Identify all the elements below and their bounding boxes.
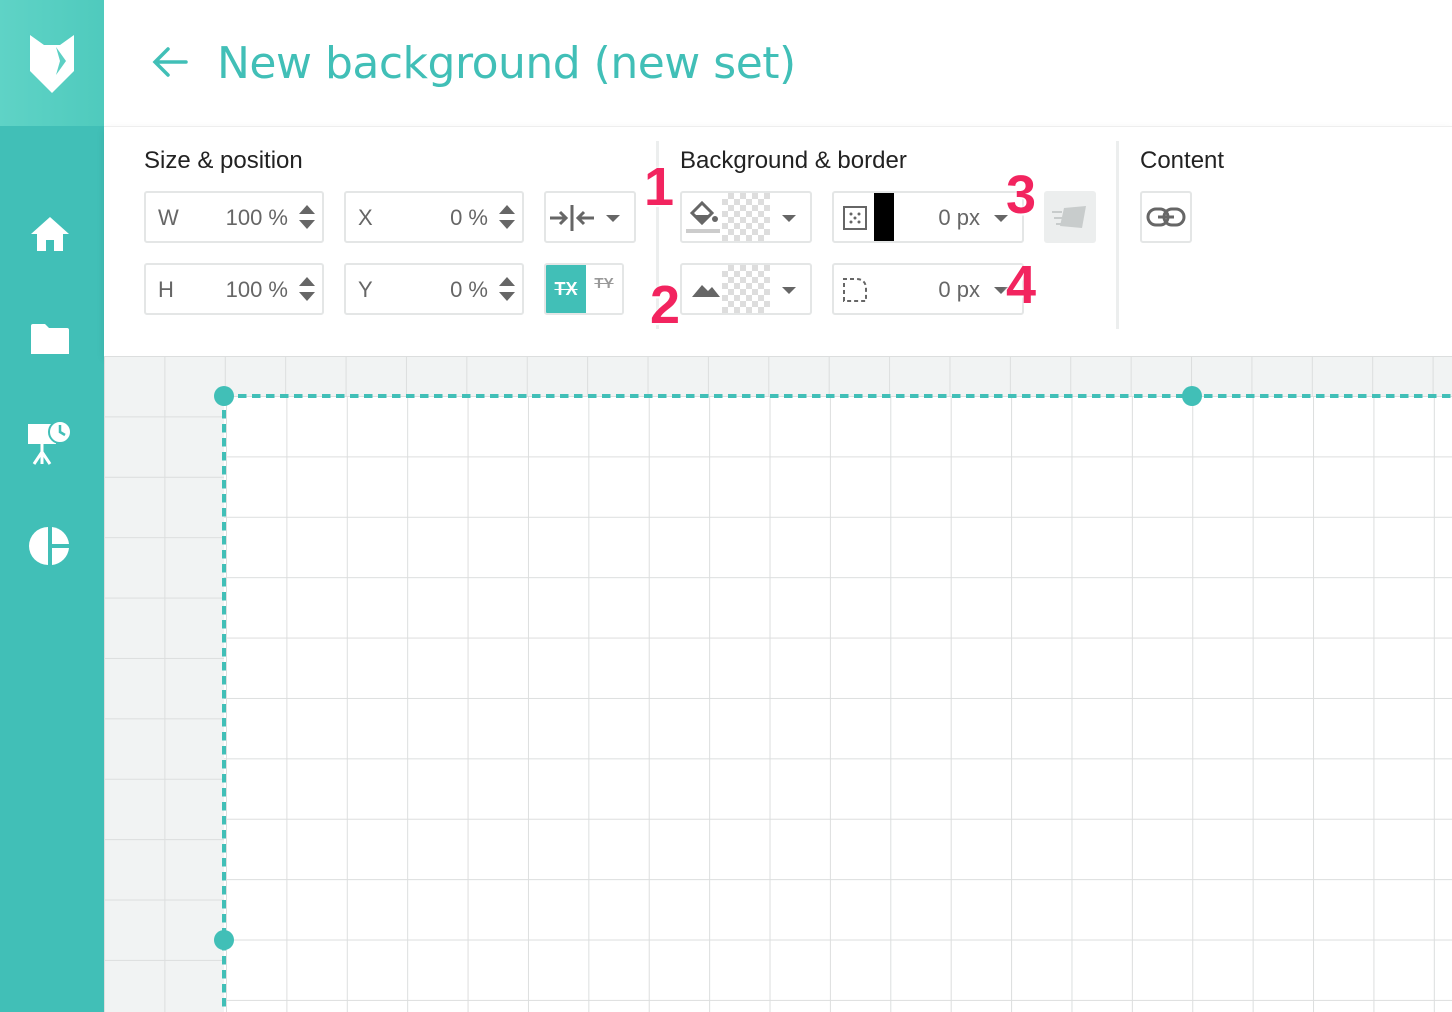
fox-logo-icon (30, 35, 74, 93)
height-field[interactable]: H 100 % (144, 263, 324, 315)
background-border-title: Background & border (680, 147, 907, 174)
nav-schedule[interactable] (26, 418, 74, 466)
stepper-icon[interactable] (498, 201, 516, 233)
annotation-badge-4: 4 (1006, 255, 1037, 315)
border-style-icon (843, 206, 867, 230)
divider (1116, 141, 1119, 329)
logo[interactable] (0, 0, 104, 126)
border-width-field[interactable]: 0 px (832, 191, 1024, 243)
header: New background (new set) (104, 0, 1452, 126)
height-value: 100 % (225, 277, 288, 302)
resize-handle-top-left[interactable] (214, 386, 234, 406)
x-value: 0 % (450, 205, 488, 230)
transparent-swatch (722, 265, 770, 313)
chevron-down-icon (606, 215, 620, 222)
border-color-swatch[interactable] (874, 193, 894, 241)
image-mountain-icon (692, 285, 720, 297)
size-position-title: Size & position (144, 147, 303, 174)
nav-analytics[interactable] (26, 522, 74, 570)
corner-radius-field[interactable]: 0 px (832, 263, 1024, 315)
presentation-schedule-icon (28, 420, 72, 465)
x-field[interactable]: X 0 % (344, 191, 524, 243)
height-label: H (158, 277, 174, 302)
annotation-badge-3: 3 (1006, 165, 1037, 225)
pie-chart-icon (29, 527, 69, 565)
paint-bucket-icon (686, 200, 720, 233)
background-image-dropdown[interactable] (680, 263, 812, 315)
content-title: Content (1140, 147, 1225, 174)
link-button[interactable] (1140, 191, 1192, 243)
artboard[interactable] (224, 396, 1452, 1012)
stepper-icon[interactable] (498, 273, 516, 305)
shadow-icon (1052, 206, 1086, 228)
folder-icon (31, 324, 69, 354)
home-icon (31, 217, 69, 251)
page-title: New background (new set) (217, 38, 796, 89)
annotation-badge-2: 2 (650, 275, 681, 335)
tx-toggle[interactable]: TX (546, 265, 586, 313)
width-label: W (158, 205, 179, 230)
y-label: Y (358, 277, 373, 302)
resize-handle-left-middle[interactable] (214, 930, 234, 950)
stepper-icon[interactable] (298, 201, 316, 233)
stepper-icon[interactable] (298, 273, 316, 305)
corner-radius-icon (843, 278, 867, 302)
transparent-swatch (722, 193, 770, 241)
chevron-down-icon (782, 287, 796, 294)
y-value: 0 % (450, 277, 488, 302)
width-value: 100 % (225, 205, 288, 230)
align-dropdown[interactable] (544, 191, 636, 243)
arrow-left-icon (152, 47, 188, 77)
border-width-value: 0 px (938, 205, 980, 230)
fill-color-dropdown[interactable] (680, 191, 812, 243)
selection-border-left (222, 396, 226, 1012)
width-field[interactable]: W 100 % (144, 191, 324, 243)
resize-handle-top-middle[interactable] (1182, 386, 1202, 406)
x-label: X (358, 205, 373, 230)
toolbar: Size & position W 100 % X 0 % H 100 % Y … (104, 126, 1452, 356)
y-field[interactable]: Y 0 % (344, 263, 524, 315)
align-center-horizontal-icon (550, 205, 594, 231)
selection-border-top (224, 394, 1452, 398)
transform-toggle: TX TY (544, 263, 624, 315)
shadow-button[interactable] (1044, 191, 1096, 243)
sidebar (0, 0, 104, 1012)
ty-toggle[interactable]: TY (586, 265, 622, 313)
annotation-badge-1: 1 (644, 157, 675, 217)
chevron-down-icon (782, 215, 796, 222)
back-button[interactable] (148, 40, 192, 84)
nav-home[interactable] (26, 210, 74, 258)
link-icon (1146, 207, 1186, 227)
nav-folder[interactable] (26, 315, 74, 363)
corner-radius-value: 0 px (938, 277, 980, 302)
